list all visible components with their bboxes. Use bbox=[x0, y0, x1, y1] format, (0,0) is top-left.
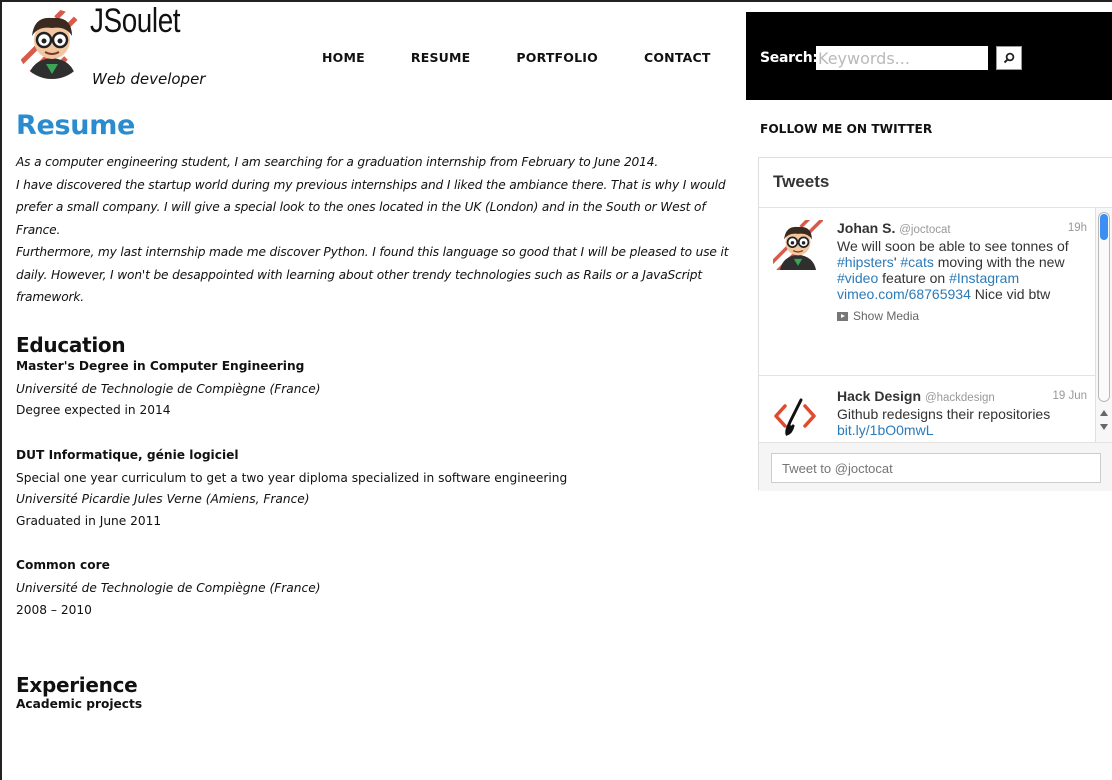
widget-title: Tweets bbox=[759, 158, 1112, 208]
tweet-text-part: Nice vid btw bbox=[970, 286, 1051, 302]
tweet-text-part: Github redesigns their repositories bbox=[837, 406, 1051, 422]
entry-date: 2008 – 2010 bbox=[16, 602, 92, 617]
main-nav: HOME RESUME PORTFOLIO CONTACT bbox=[322, 50, 757, 65]
tweet-text-part: We will soon be able to see tonnes of bbox=[837, 238, 1069, 254]
tweet-list: Johan S. @joctocat We will soon be able … bbox=[759, 208, 1097, 442]
url-link[interactable]: bit.ly/1bO0mwL bbox=[837, 422, 933, 438]
entry-date: Graduated in June 2011 bbox=[16, 513, 162, 528]
follow-label: FOLLOW ME ON TWITTER bbox=[760, 122, 933, 136]
page-title: Resume bbox=[16, 110, 136, 141]
tweet-time[interactable]: 19h bbox=[1068, 222, 1087, 234]
main-content: Resume As a computer engineering student… bbox=[16, 104, 746, 711]
tweet-body: Johan S. @joctocat We will soon be able … bbox=[837, 220, 1087, 324]
show-media-link[interactable]: Show Media bbox=[837, 308, 1087, 324]
media-icon bbox=[837, 311, 848, 321]
nav-home[interactable]: HOME bbox=[322, 50, 365, 65]
intro-paragraph: I have discovered the startup world duri… bbox=[16, 177, 726, 237]
entry-school: Université de Technologie de Compiègne (… bbox=[16, 581, 321, 595]
avatar-illustration bbox=[17, 9, 87, 79]
tweet[interactable]: Johan S. @joctocat We will soon be able … bbox=[759, 208, 1097, 376]
avatar[interactable] bbox=[773, 394, 823, 442]
avatar[interactable] bbox=[16, 8, 88, 80]
scroll-up-icon[interactable] bbox=[1100, 410, 1108, 416]
search-button[interactable] bbox=[996, 46, 1022, 70]
show-media-label: Show Media bbox=[853, 309, 920, 323]
hashtag-link[interactable]: #hipsters bbox=[837, 254, 894, 270]
experience-title: Experience bbox=[16, 673, 138, 697]
tweet-author-name[interactable]: Johan S. bbox=[837, 220, 895, 236]
tweet-author[interactable]: Hack Design @hackdesign bbox=[837, 388, 1087, 406]
logo-name[interactable]: JSoulet bbox=[90, 2, 181, 41]
tweet-text: We will soon be able to see tonnes of #h… bbox=[837, 238, 1087, 302]
hashtag-link[interactable]: #cats bbox=[900, 254, 933, 270]
tweet-author-name[interactable]: Hack Design bbox=[837, 388, 921, 404]
intro-text: As a computer engineering student, I am … bbox=[16, 151, 746, 309]
education-title: Education bbox=[16, 332, 126, 357]
entry-title: DUT Informatique, génie logiciel bbox=[16, 447, 239, 462]
search-bar: Search: bbox=[746, 12, 1112, 100]
nav-portfolio[interactable]: PORTFOLIO bbox=[516, 50, 598, 65]
tweet-author-handle[interactable]: @hackdesign bbox=[925, 392, 995, 404]
search-icon bbox=[1003, 52, 1015, 64]
tweet-time[interactable]: 19 Jun bbox=[1052, 390, 1087, 402]
hack-design-logo-icon bbox=[774, 398, 816, 436]
entry-title: Academic projects bbox=[16, 697, 143, 711]
education-entry: DUT Informatique, génie logiciel Special… bbox=[16, 448, 746, 533]
tweet-to-input[interactable] bbox=[771, 453, 1101, 483]
scrollbar-thumb[interactable] bbox=[1098, 212, 1110, 402]
tweet-body: Hack Design @hackdesign Github redesigns… bbox=[837, 388, 1087, 438]
tweet-scrollbar[interactable] bbox=[1095, 208, 1112, 442]
education-entry: Common core Université de Technologie de… bbox=[16, 558, 746, 621]
tweet[interactable]: Hack Design @hackdesign Github redesigns… bbox=[759, 376, 1097, 442]
avatar[interactable] bbox=[764, 208, 837, 277]
search-label: Search: bbox=[760, 50, 818, 66]
tweet-text: Github redesigns their repositories bit.… bbox=[837, 406, 1087, 438]
search-input[interactable] bbox=[816, 46, 988, 70]
entry-description: Special one year curriculum to get a two… bbox=[16, 470, 568, 485]
entry-school: Université de Technologie de Compiègne (… bbox=[16, 381, 321, 396]
tweet-text-part: moving with the new bbox=[933, 254, 1065, 270]
url-link[interactable]: vimeo.com/68765934 bbox=[837, 286, 971, 302]
entry-title: Master's Degree in Computer Engineering bbox=[16, 358, 305, 373]
intro-paragraph: As a computer engineering student, I am … bbox=[16, 155, 659, 169]
entry-school: Université Picardie Jules Verne (Amiens,… bbox=[16, 492, 310, 506]
entry-date: Degree expected in 2014 bbox=[16, 403, 171, 417]
hashtag-link[interactable]: #Instagram bbox=[949, 270, 1019, 286]
tweet-text-part: feature on bbox=[878, 270, 950, 286]
tweet-author-handle[interactable]: @joctocat bbox=[899, 224, 950, 236]
twitter-widget: Tweets Johan S. @joctocat We will soon b… bbox=[758, 157, 1112, 491]
intro-paragraph: Furthermore, my last internship made me … bbox=[16, 245, 729, 304]
avatar-illustration bbox=[764, 208, 837, 277]
logo-subtitle: Web developer bbox=[92, 70, 206, 88]
hashtag-link[interactable]: #video bbox=[837, 270, 878, 286]
scroll-down-icon[interactable] bbox=[1100, 424, 1108, 430]
education-entry: Master's Degree in Computer Engineering … bbox=[16, 359, 746, 422]
entry-title: Common core bbox=[16, 558, 110, 572]
tweet-author[interactable]: Johan S. @joctocat bbox=[837, 220, 1087, 238]
nav-contact[interactable]: CONTACT bbox=[644, 50, 711, 65]
nav-resume[interactable]: RESUME bbox=[411, 50, 471, 65]
tweet-compose-footer bbox=[759, 442, 1112, 491]
